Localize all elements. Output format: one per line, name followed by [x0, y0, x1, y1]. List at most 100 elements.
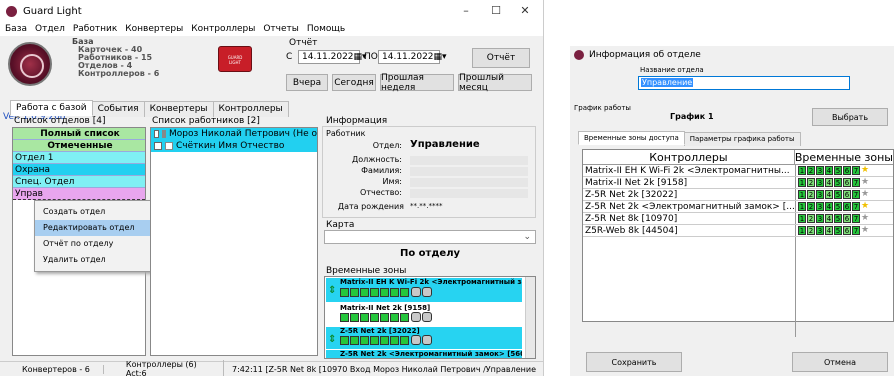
close-button[interactable]: ✕	[514, 4, 536, 17]
worker-row[interactable]: Счёткин Имя Отчество	[151, 140, 317, 152]
table-row[interactable]: Z-5R Net 2k [32022] 1 2 3 4 5 6 7 ★	[583, 189, 893, 201]
tz-item[interactable]: Matrix-II EH K Wi-Fi 2k <Электромагнитны…	[326, 278, 522, 302]
timezone-cell[interactable]: 1	[798, 166, 806, 175]
timezone-cell[interactable]: 1	[798, 190, 806, 199]
timezone-cell[interactable]: 5	[834, 190, 842, 199]
table-row[interactable]: Matrix-II EH K Wi-Fi 2k <Электромагнитны…	[583, 165, 893, 177]
star-icon[interactable]: ★	[861, 166, 869, 176]
marked-row[interactable]: Отмеченные	[13, 140, 145, 152]
timezone-cell[interactable]: 2	[807, 226, 815, 235]
last-month-button[interactable]: Прошлый месяц	[458, 73, 532, 93]
menu-help[interactable]: Помощь	[306, 24, 346, 34]
tab-converters[interactable]: Конвертеры	[143, 101, 214, 117]
dept-item[interactable]: Отдел 1	[13, 152, 145, 164]
timezone-cell[interactable]: 1	[798, 214, 806, 223]
timezone-cell[interactable]: 7	[852, 166, 860, 175]
from-date-picker[interactable]: 14.11.2022 ▦▾	[298, 50, 367, 64]
menu-reports[interactable]: Отчеты	[262, 24, 300, 34]
star-icon[interactable]: ★	[861, 202, 869, 212]
tz-item[interactable]: Matrix-II Net 2k [9158]	[326, 304, 522, 326]
timezone-cell[interactable]: 3	[816, 166, 824, 175]
report-button[interactable]: Отчёт	[472, 48, 530, 68]
timezone-cells[interactable]: 1 2 3 4 5 6 7 ★	[796, 213, 893, 224]
timezone-cell[interactable]: 7	[852, 202, 860, 211]
last-week-button[interactable]: Прошлая неделя	[380, 73, 454, 93]
timezone-cell[interactable]: 3	[816, 202, 824, 211]
menu-dept[interactable]: Отдел	[34, 24, 66, 34]
dept-name-input[interactable]: Управление	[638, 76, 850, 90]
choose-schedule-button[interactable]: Выбрать	[812, 108, 888, 126]
dept-item[interactable]: Охрана	[13, 164, 145, 176]
timezone-cell[interactable]: 5	[834, 214, 842, 223]
dept-item[interactable]: Спец. Отдел	[13, 176, 145, 188]
timezone-cell[interactable]: 5	[834, 166, 842, 175]
tz-item[interactable]: Z-5R Net 2k [32022] ⇕	[326, 327, 522, 349]
timezone-cell[interactable]: 6	[843, 190, 851, 199]
star-icon[interactable]: ★	[861, 226, 869, 236]
tab-controllers[interactable]: Контроллеры	[212, 101, 289, 117]
timezone-cells[interactable]: 1 2 3 4 5 6 7 ★	[796, 165, 893, 176]
timezone-cell[interactable]: 6	[843, 202, 851, 211]
timezone-cell[interactable]: 1	[798, 226, 806, 235]
star-icon[interactable]: ★	[861, 214, 869, 224]
star-icon[interactable]: ★	[861, 178, 869, 188]
table-row[interactable]: Z5R-Web 8k [44504] 1 2 3 4 5 6 7 ★	[583, 225, 893, 237]
timezone-cell[interactable]: 4	[825, 226, 833, 235]
timezone-cell[interactable]: 6	[843, 214, 851, 223]
worker-checkbox[interactable]	[154, 130, 160, 138]
timezone-cell[interactable]: 7	[852, 190, 860, 199]
save-button[interactable]: Сохранить	[586, 352, 682, 372]
timezones-scrollbar[interactable]	[525, 277, 535, 358]
worker-row[interactable]: Мороз Николай Петрович (Не о	[151, 128, 317, 140]
timezone-cell[interactable]: 3	[816, 226, 824, 235]
timezone-cell[interactable]: 4	[825, 202, 833, 211]
timezone-cell[interactable]: 2	[807, 166, 815, 175]
tab-events[interactable]: События	[91, 101, 145, 117]
menu-converters[interactable]: Конвертеры	[124, 24, 184, 34]
timezone-cells[interactable]: 1 2 3 4 5 6 7 ★	[796, 189, 893, 200]
star-icon[interactable]: ★	[861, 190, 869, 200]
dept-item-selected[interactable]: Управ	[13, 188, 145, 200]
yesterday-button[interactable]: Вчера	[286, 74, 328, 91]
timezone-cells[interactable]: 1 2 3 4 5 6 7 ★	[796, 225, 893, 236]
timezone-cell[interactable]: 5	[834, 202, 842, 211]
tz-item[interactable]: Z-5R Net 2k <Электромагнитный замок> [56…	[326, 350, 522, 358]
timezone-cell[interactable]: 1	[798, 202, 806, 211]
menu-base[interactable]: База	[4, 24, 28, 34]
timezone-cell[interactable]: 2	[807, 214, 815, 223]
timezone-cell[interactable]: 5	[834, 226, 842, 235]
table-row[interactable]: Z-5R Net 8k [10970] 1 2 3 4 5 6 7 ★	[583, 213, 893, 225]
table-row[interactable]: Z-5R Net 2k <Электромагнитный замок> [..…	[583, 201, 893, 213]
tab-access-zones[interactable]: Временные зоны доступа	[578, 131, 685, 145]
timezone-cell[interactable]: 3	[816, 214, 824, 223]
maximize-button[interactable]: ☐	[485, 4, 507, 17]
timezone-cell[interactable]: 4	[825, 166, 833, 175]
timezone-cell[interactable]: 6	[843, 166, 851, 175]
timezone-cell[interactable]: 6	[843, 178, 851, 187]
tab-database[interactable]: Работа с базой	[10, 100, 93, 116]
timezone-cells[interactable]: 1 2 3 4 5 6 7 ★	[796, 177, 893, 188]
to-date-picker[interactable]: 14.11.2022 ▦▾	[378, 50, 447, 64]
full-list-row[interactable]: Полный список	[13, 128, 145, 140]
timezone-cell[interactable]: 7	[852, 178, 860, 187]
timezone-cell[interactable]: 6	[843, 226, 851, 235]
worker-checkbox[interactable]	[154, 142, 162, 150]
timezone-cell[interactable]: 4	[825, 190, 833, 199]
menu-worker[interactable]: Работник	[72, 24, 118, 34]
menu-controllers[interactable]: Контроллеры	[190, 24, 256, 34]
timezone-cell[interactable]: 7	[852, 226, 860, 235]
timezone-cells[interactable]: 1 2 3 4 5 6 7 ★	[796, 201, 893, 212]
timezone-cell[interactable]: 3	[816, 178, 824, 187]
timezone-cell[interactable]: 7	[852, 214, 860, 223]
timezone-cell[interactable]: 5	[834, 178, 842, 187]
timezone-cell[interactable]: 4	[825, 214, 833, 223]
cancel-button[interactable]: Отмена	[792, 352, 888, 372]
timezone-cell[interactable]: 4	[825, 178, 833, 187]
timezone-cell[interactable]: 2	[807, 202, 815, 211]
table-row[interactable]: Matrix-II Net 2k [9158] 1 2 3 4 5 6 7 ★	[583, 177, 893, 189]
timezone-cell[interactable]: 2	[807, 178, 815, 187]
card-select[interactable]: ⌄	[324, 230, 536, 244]
timezone-cell[interactable]: 3	[816, 190, 824, 199]
timezone-cell[interactable]: 2	[807, 190, 815, 199]
tab-schedule-params[interactable]: Параметры графика работы	[683, 132, 801, 146]
